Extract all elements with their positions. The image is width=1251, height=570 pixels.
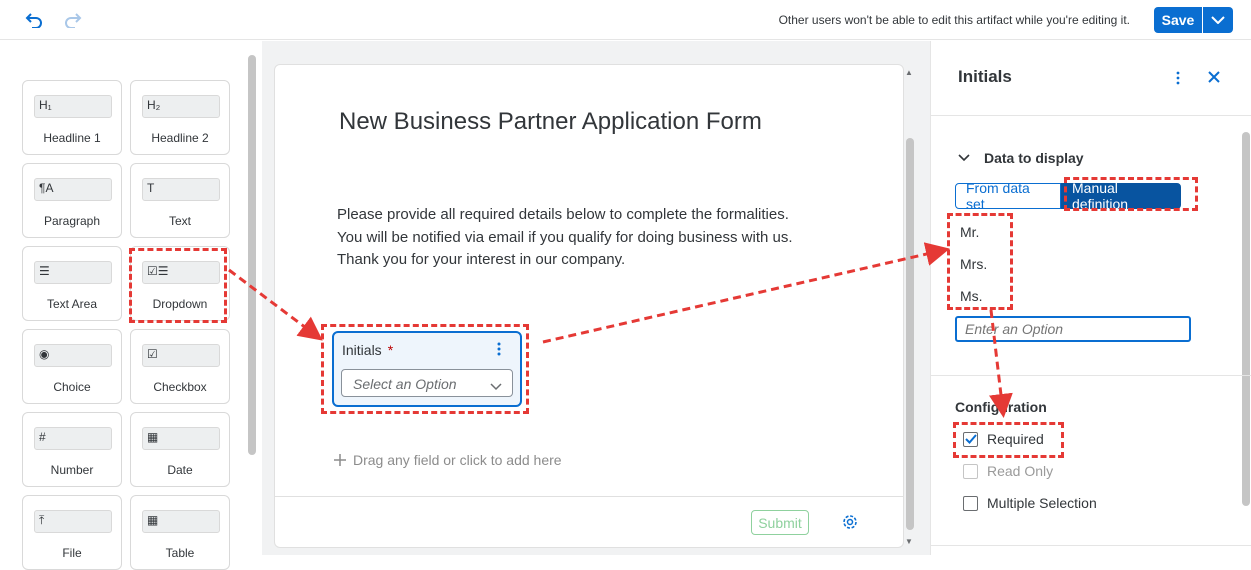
palette-number[interactable]: # Number [22, 412, 122, 487]
more-vertical-icon[interactable] [494, 342, 504, 356]
required-checkbox[interactable] [963, 431, 978, 447]
checkbox-label: Read Only [987, 463, 1054, 479]
palette-choice[interactable]: ◉ Choice [22, 329, 122, 404]
data-to-display-toggle[interactable]: Data to display [958, 150, 1084, 166]
divider [931, 545, 1251, 546]
submit-button[interactable]: Submit [751, 510, 809, 535]
save-options-button[interactable] [1203, 7, 1233, 33]
field-label: Initials * [342, 342, 393, 358]
form-description[interactable]: Please provide all required details belo… [337, 204, 807, 272]
divider [275, 496, 903, 497]
headline1-icon: H₁ [34, 95, 112, 118]
palette-label: Headline 1 [43, 131, 101, 145]
palette-label: Headline 2 [151, 131, 209, 145]
palette-label: Text [168, 214, 191, 228]
form-title[interactable]: New Business Partner Application Form [339, 108, 762, 136]
upload-icon: ⤒ [34, 510, 112, 533]
palette-date[interactable]: ▦ Date [130, 412, 230, 487]
enter-option-input[interactable] [965, 321, 1185, 337]
palette-label: Table [165, 546, 195, 560]
calendar-icon: ▦ [142, 427, 220, 450]
palette-checkbox[interactable]: ☑ Checkbox [130, 329, 230, 404]
undo-icon[interactable] [24, 10, 44, 30]
checkbox-label: Required [987, 431, 1044, 447]
add-field-hint[interactable]: Drag any field or click to add here [333, 452, 562, 468]
palette-label: Choice [53, 380, 91, 394]
palette-label: File [62, 546, 82, 560]
palette-table[interactable]: ▦ Table [130, 495, 230, 570]
palette-label: Dropdown [152, 297, 208, 311]
palette-headline2[interactable]: H₂ Headline 2 [130, 80, 230, 155]
number-icon: # [34, 427, 112, 450]
divider [931, 115, 1251, 116]
text-icon: T [142, 178, 220, 201]
panel-title: Initials [958, 67, 1012, 86]
paragraph-icon: ¶A [34, 178, 112, 201]
checkbox-label: Multiple Selection [987, 495, 1097, 511]
table-icon: ▦ [142, 510, 220, 533]
panel-scrollbar[interactable] [1242, 132, 1250, 506]
chevron-down-icon [958, 154, 970, 162]
text-area-icon: ☰ [34, 261, 112, 284]
palette-paragraph[interactable]: ¶A Paragraph [22, 163, 122, 238]
palette-label: Number [50, 463, 94, 477]
top-toolbar: Other users won't be able to edit this a… [0, 0, 1251, 40]
tab-manual-definition[interactable]: Manual definition [1061, 180, 1181, 212]
lock-message: Other users won't be able to edit this a… [778, 13, 1130, 27]
section-title: Data to display [984, 150, 1084, 166]
option-item[interactable]: Mr. [960, 224, 979, 240]
required-checkbox-row[interactable]: Required [963, 431, 1044, 447]
palette-headline1[interactable]: H₁ Headline 1 [22, 80, 122, 155]
initials-select[interactable]: Select an Option [341, 369, 513, 397]
configuration-title: Configuration [955, 399, 1047, 415]
headline2-icon: H₂ [142, 95, 220, 118]
palette-label: Checkbox [153, 380, 207, 394]
palette-label: Date [167, 463, 193, 477]
field-label-text: Initials [342, 342, 382, 358]
more-vertical-icon[interactable] [1174, 68, 1182, 86]
radio-icon: ◉ [34, 344, 112, 367]
redo-icon[interactable] [63, 10, 83, 30]
save-button[interactable]: Save [1154, 7, 1202, 33]
read-only-checkbox [963, 463, 978, 479]
tab-from-data-set[interactable]: From data set [955, 180, 1061, 212]
add-field-hint-text: Drag any field or click to add here [353, 452, 562, 468]
multiple-selection-checkbox[interactable] [963, 495, 978, 511]
chevron-down-icon [490, 378, 502, 396]
palette-text-area[interactable]: ☰ Text Area [22, 246, 122, 321]
read-only-checkbox-row: Read Only [963, 463, 1053, 479]
option-item[interactable]: Mrs. [960, 256, 987, 272]
option-item[interactable]: Ms. [960, 288, 983, 304]
palette-label: Text Area [46, 297, 98, 311]
checkmark-icon [964, 434, 977, 444]
multiple-selection-checkbox-row[interactable]: Multiple Selection [963, 495, 1097, 511]
palette-dropdown[interactable]: ☑☰ Dropdown [130, 246, 230, 321]
divider [931, 375, 1251, 376]
palette-label: Paragraph [43, 214, 101, 228]
data-source-toggle: From data set Manual definition [955, 180, 1181, 212]
dropdown-icon: ☑☰ [142, 261, 220, 284]
chevron-down-icon [1211, 16, 1225, 24]
plus-icon [334, 454, 346, 466]
form-canvas [274, 64, 904, 548]
canvas-scrollbar[interactable] [906, 138, 914, 530]
select-placeholder: Select an Option [353, 376, 457, 392]
required-mark: * [387, 342, 394, 358]
palette-text[interactable]: T Text [130, 163, 230, 238]
gear-icon[interactable] [841, 513, 859, 531]
close-icon[interactable] [1206, 69, 1222, 85]
scroll-up-icon[interactable]: ▲ [905, 68, 913, 77]
option-input-wrapper [955, 316, 1191, 342]
checkbox-icon: ☑ [142, 344, 220, 367]
scroll-down-icon[interactable]: ▼ [905, 537, 913, 546]
palette-file[interactable]: ⤒ File [22, 495, 122, 570]
palette-scrollbar[interactable] [248, 55, 256, 455]
